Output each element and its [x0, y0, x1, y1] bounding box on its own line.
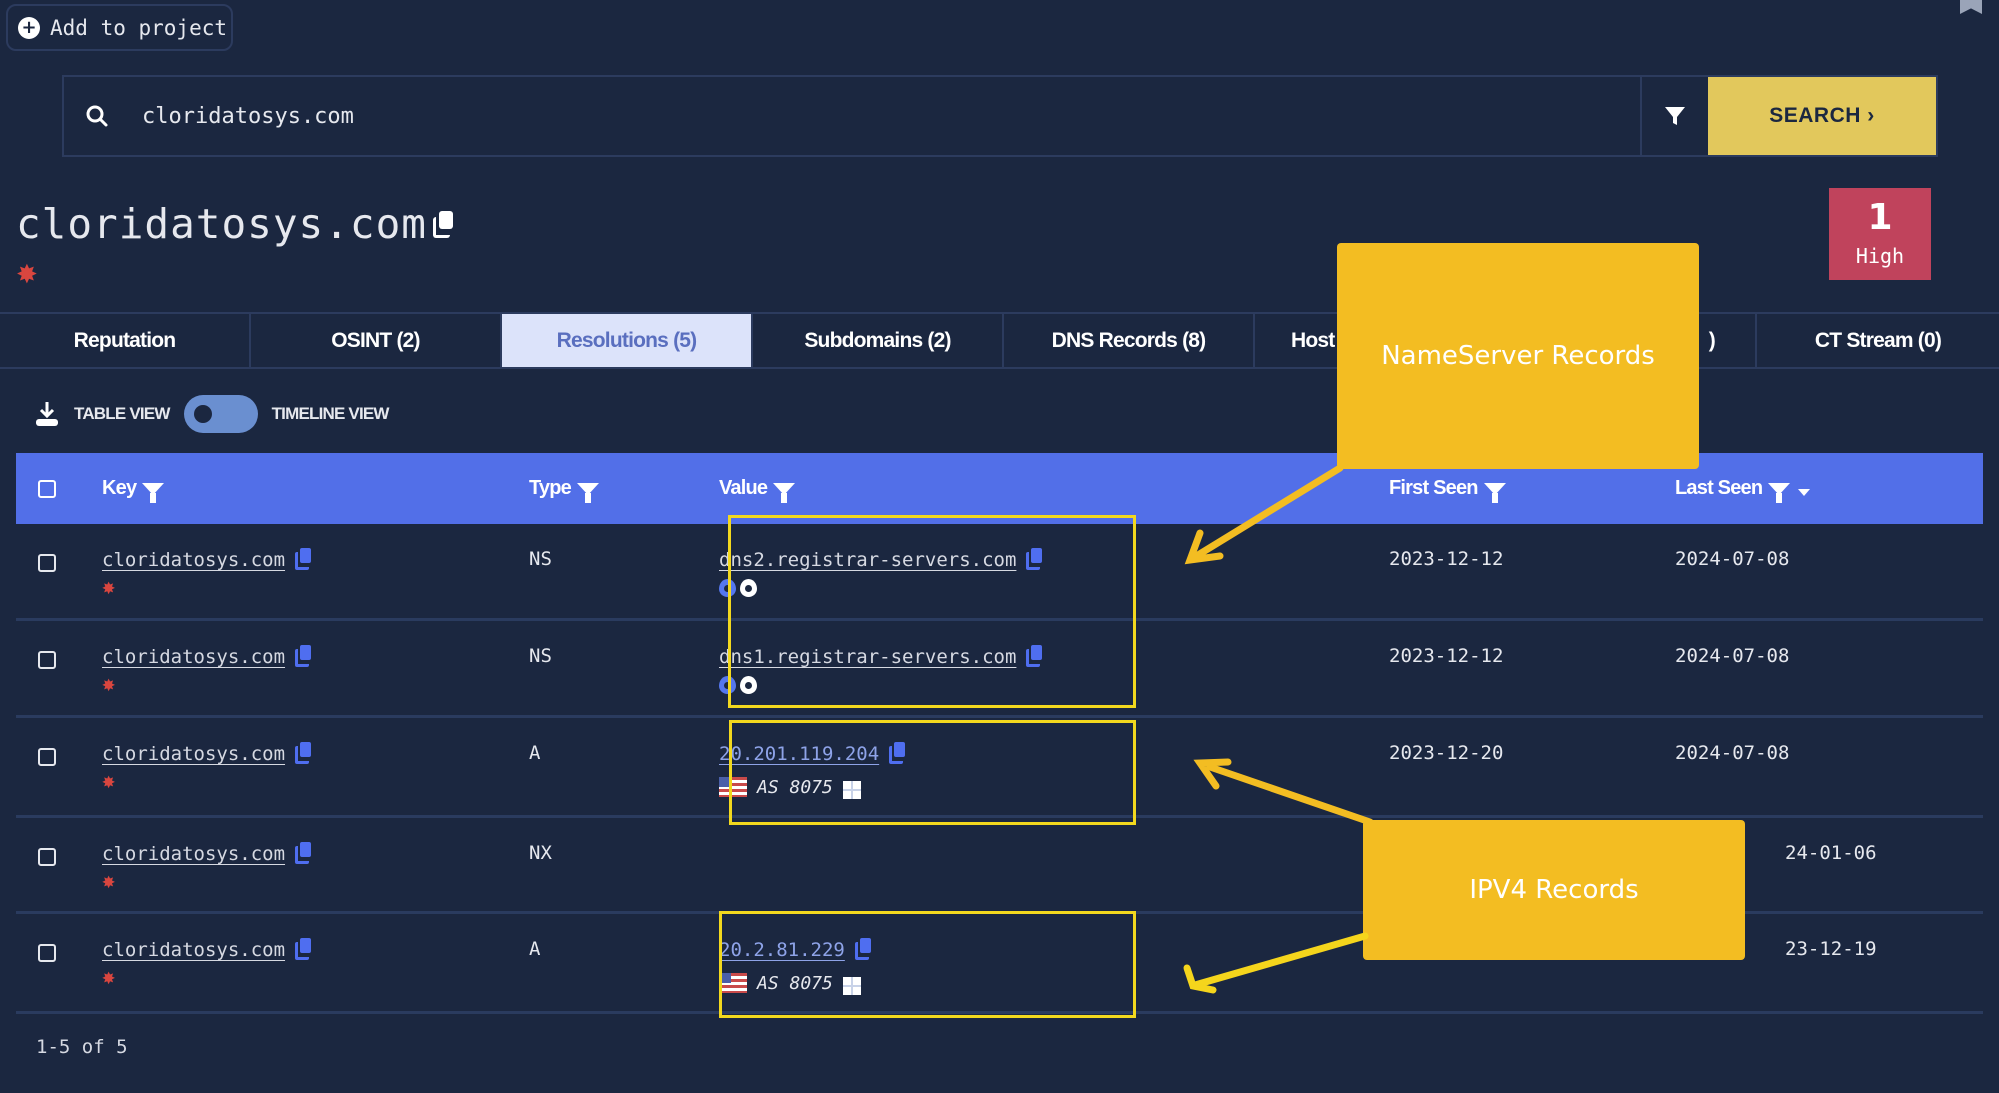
table-view-label: TABLE VIEW: [74, 404, 170, 423]
type-cell: NS: [529, 548, 552, 570]
select-all-checkbox[interactable]: [38, 479, 56, 498]
row-checkbox[interactable]: [38, 848, 56, 866]
search-input[interactable]: [130, 77, 1640, 155]
row-checkbox[interactable]: [38, 748, 56, 766]
risk-count: 1: [1867, 197, 1893, 238]
download-icon[interactable]: [34, 400, 60, 428]
last-seen-cell: 2024-07-08: [1675, 548, 1790, 570]
first-seen-cell: 2023-12-20: [1389, 742, 1504, 764]
key-link[interactable]: cloridatosys.com: [102, 549, 285, 571]
ipv4-callout: IPV4 Records: [1363, 820, 1745, 960]
first-seen-cell: 2023-12-12: [1389, 548, 1504, 570]
nameserver-callout: NameServer Records: [1337, 243, 1699, 469]
row-checkbox[interactable]: [38, 651, 56, 669]
copy-icon[interactable]: [295, 548, 312, 570]
nameserver-highlight-box: [728, 515, 1136, 708]
type-cell: A: [529, 742, 541, 764]
add-to-project-button[interactable]: + Add to project: [6, 4, 233, 51]
column-last-seen-label: Last Seen: [1675, 477, 1763, 499]
filter-icon[interactable]: [577, 482, 599, 503]
type-cell: NS: [529, 645, 552, 667]
column-first-seen[interactable]: First Seen: [1389, 477, 1675, 503]
threat-sun-icon: ✸: [16, 260, 38, 290]
entity-title: cloridatosys.com: [16, 200, 427, 248]
column-last-seen[interactable]: Last Seen: [1675, 477, 1983, 503]
sort-desc-icon[interactable]: [1798, 489, 1811, 496]
plus-circle-icon: +: [18, 16, 40, 39]
type-cell: A: [529, 938, 541, 960]
ipv4-callout-label: IPV4 Records: [1469, 875, 1639, 905]
type-cell: NX: [529, 842, 552, 864]
tab-bar: Reputation OSINT (2) Resolutions (5) Sub…: [0, 312, 1999, 369]
filter-icon[interactable]: [773, 482, 796, 503]
page-title: cloridatosys.com: [16, 200, 455, 248]
row-checkbox[interactable]: [38, 944, 56, 962]
search-icon: [64, 77, 130, 155]
threat-sun-icon: ✸: [102, 672, 116, 697]
filter-icon[interactable]: [1483, 482, 1506, 503]
column-value-label: Value: [719, 477, 768, 499]
pagination-info: 1-5 of 5: [36, 1036, 128, 1058]
risk-label: High: [1855, 244, 1905, 268]
column-first-seen-label: First Seen: [1389, 477, 1479, 499]
bookmark-icon[interactable]: [1960, 0, 1982, 14]
threat-sun-icon: ✸: [102, 575, 116, 600]
tab-subdomains[interactable]: Subdomains (2): [753, 314, 1004, 367]
value-cell-empty: [719, 818, 1389, 911]
row-checkbox[interactable]: [38, 554, 56, 572]
column-key[interactable]: Key: [64, 477, 529, 503]
view-toggle-switch[interactable]: [183, 395, 258, 433]
tab-resolutions[interactable]: Resolutions (5): [502, 314, 753, 367]
toggle-knob: [193, 405, 212, 423]
column-key-label: Key: [102, 477, 137, 499]
nameserver-callout-label: NameServer Records: [1381, 341, 1655, 371]
last-seen-cell: 2024-07-08: [1675, 742, 1790, 764]
filter-icon[interactable]: [142, 482, 165, 503]
tab-reputation[interactable]: Reputation: [0, 314, 251, 367]
key-link[interactable]: cloridatosys.com: [102, 743, 285, 765]
copy-icon[interactable]: [432, 211, 455, 238]
ipv4-highlight-box-2: [719, 911, 1136, 1018]
copy-icon[interactable]: [295, 742, 312, 764]
copy-icon[interactable]: [295, 938, 312, 960]
ipv4-highlight-box-1: [729, 720, 1136, 825]
copy-icon[interactable]: [295, 842, 312, 864]
search-filter-button[interactable]: [1640, 77, 1708, 155]
column-type[interactable]: Type: [529, 477, 719, 503]
threat-sun-icon: ✸: [102, 965, 116, 990]
tab-osint[interactable]: OSINT (2): [251, 314, 502, 367]
last-seen-cell: 2024-07-08: [1675, 645, 1790, 667]
view-toggle-row: TABLE VIEW TIMELINE VIEW: [34, 395, 389, 433]
key-link[interactable]: cloridatosys.com: [102, 646, 285, 668]
copy-icon[interactable]: [295, 645, 312, 667]
key-link[interactable]: cloridatosys.com: [102, 843, 285, 865]
tab-ct-stream[interactable]: CT Stream (0): [1757, 314, 1999, 367]
column-value[interactable]: Value: [719, 477, 1389, 503]
threat-sun-icon: ✸: [102, 769, 116, 794]
search-bar: SEARCH ›: [62, 75, 1938, 157]
risk-badge: 1 High: [1829, 188, 1931, 280]
column-type-label: Type: [529, 477, 572, 499]
search-button[interactable]: SEARCH ›: [1708, 77, 1936, 155]
key-link[interactable]: cloridatosys.com: [102, 939, 285, 961]
filter-icon[interactable]: [1768, 482, 1791, 503]
filter-icon: [1665, 107, 1685, 125]
first-seen-cell: 2023-12-12: [1389, 645, 1504, 667]
timeline-view-label: TIMELINE VIEW: [271, 404, 390, 423]
tab-dns-records[interactable]: DNS Records (8): [1004, 314, 1255, 367]
add-to-project-label: Add to project: [50, 15, 228, 40]
threat-sun-icon: ✸: [102, 869, 116, 894]
